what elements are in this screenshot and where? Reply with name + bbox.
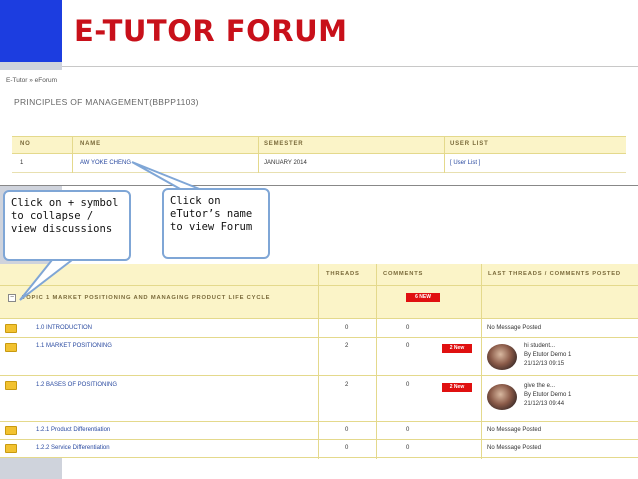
right-callout-pointer [131,161,203,191]
collapse-hint-callout: Click on + symbol to collapse / view dis… [3,190,131,261]
forum-hint-callout: Click on eTutor’s name to view Forum [162,188,270,259]
left-callout-pointer [19,259,75,301]
